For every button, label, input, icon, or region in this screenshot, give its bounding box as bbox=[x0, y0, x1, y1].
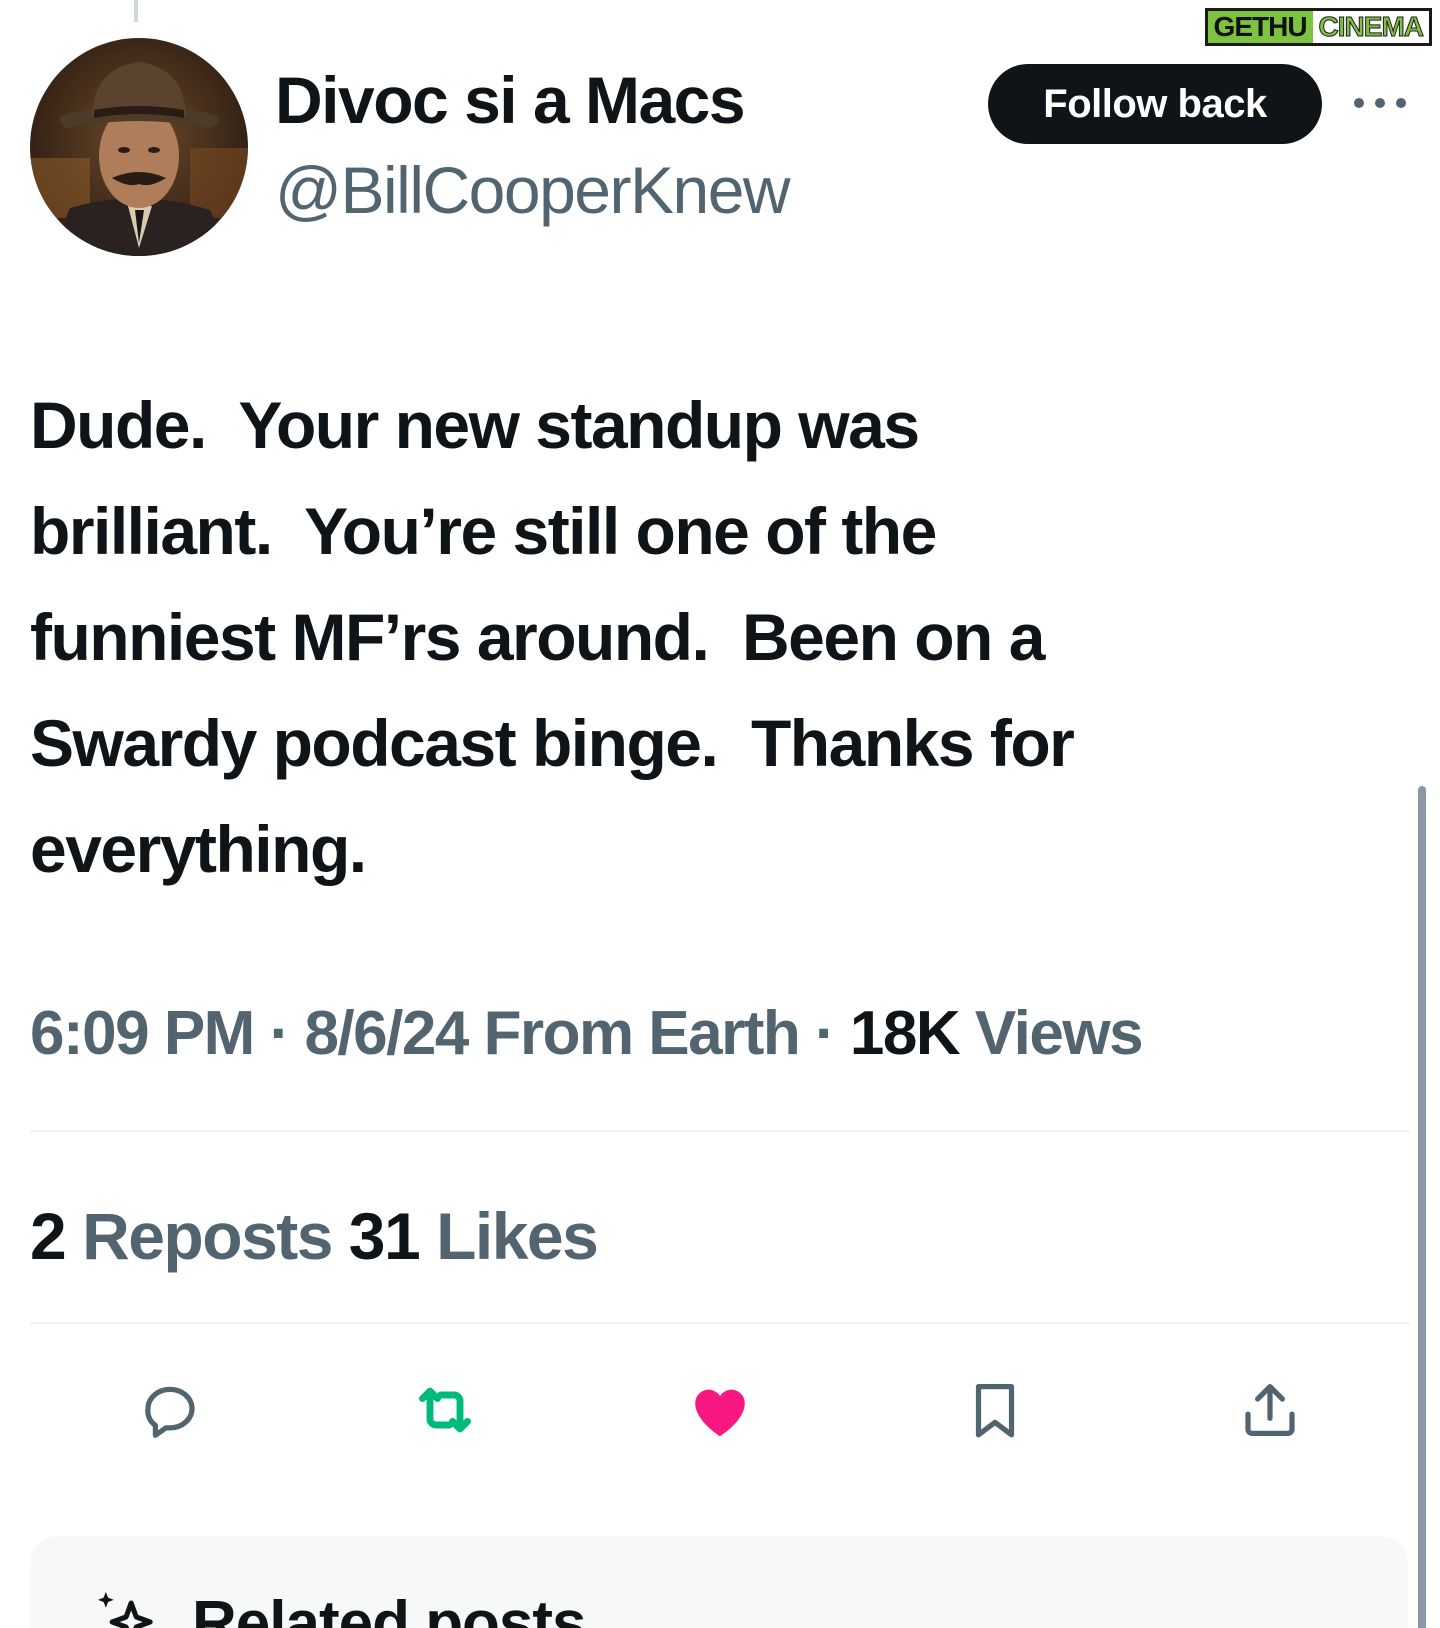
bookmark-icon[interactable] bbox=[955, 1370, 1035, 1450]
likes-link[interactable]: 31 Likes bbox=[348, 1199, 599, 1273]
follow-back-button[interactable]: Follow back bbox=[988, 64, 1322, 144]
reposts-link[interactable]: 2 Reposts bbox=[30, 1199, 349, 1273]
action-bar bbox=[0, 1370, 1440, 1450]
likes-count: 31 bbox=[348, 1199, 421, 1273]
watermark-logo: GETHU CINEMA bbox=[1204, 8, 1432, 46]
reply-icon[interactable] bbox=[130, 1370, 210, 1450]
scrollbar[interactable] bbox=[1418, 786, 1426, 1628]
watermark-text-b: CINEMA bbox=[1318, 11, 1424, 43]
views-count: 18K bbox=[849, 999, 961, 1068]
related-posts-card[interactable]: Related posts bbox=[30, 1536, 1408, 1628]
reposts-count: 2 bbox=[30, 1199, 67, 1273]
meta-separator: · bbox=[815, 999, 836, 1068]
more-horizontal-icon[interactable] bbox=[1350, 86, 1410, 120]
tweet-source: From Earth bbox=[483, 999, 801, 1068]
more-dot bbox=[1375, 98, 1385, 108]
tweet-date[interactable]: 8/6/24 bbox=[304, 999, 469, 1068]
related-posts-title: Related posts bbox=[192, 1589, 587, 1628]
engagement-stats: 2 Reposts 31 Likes bbox=[30, 1198, 599, 1274]
likes-label: Likes bbox=[436, 1199, 599, 1273]
user-handle[interactable]: @BillCooperKnew bbox=[275, 152, 791, 228]
tweet-meta: 6:09 PM · 8/6/24 From Earth · 18K Views bbox=[30, 998, 1144, 1069]
views-label: Views bbox=[974, 999, 1144, 1068]
avatar-image bbox=[30, 38, 248, 256]
thread-connector-line bbox=[134, 0, 138, 22]
more-dot bbox=[1396, 98, 1406, 108]
reposts-label: Reposts bbox=[82, 1199, 333, 1273]
avatar[interactable] bbox=[30, 38, 248, 256]
divider bbox=[30, 1130, 1410, 1132]
like-icon[interactable] bbox=[680, 1370, 760, 1450]
tweet-text: Dude. Your new standup was brilliant. Yo… bbox=[30, 388, 1075, 886]
sparkle-icon bbox=[90, 1584, 166, 1628]
meta-separator: · bbox=[269, 999, 291, 1068]
more-dot bbox=[1354, 98, 1364, 108]
divider bbox=[30, 1322, 1410, 1324]
repost-icon[interactable] bbox=[405, 1370, 485, 1450]
tweet-time[interactable]: 6:09 PM bbox=[30, 999, 255, 1068]
display-name[interactable]: Divoc si a Macs bbox=[275, 62, 746, 138]
watermark-text-a: GETHU bbox=[1207, 11, 1313, 43]
share-icon[interactable] bbox=[1230, 1370, 1310, 1450]
